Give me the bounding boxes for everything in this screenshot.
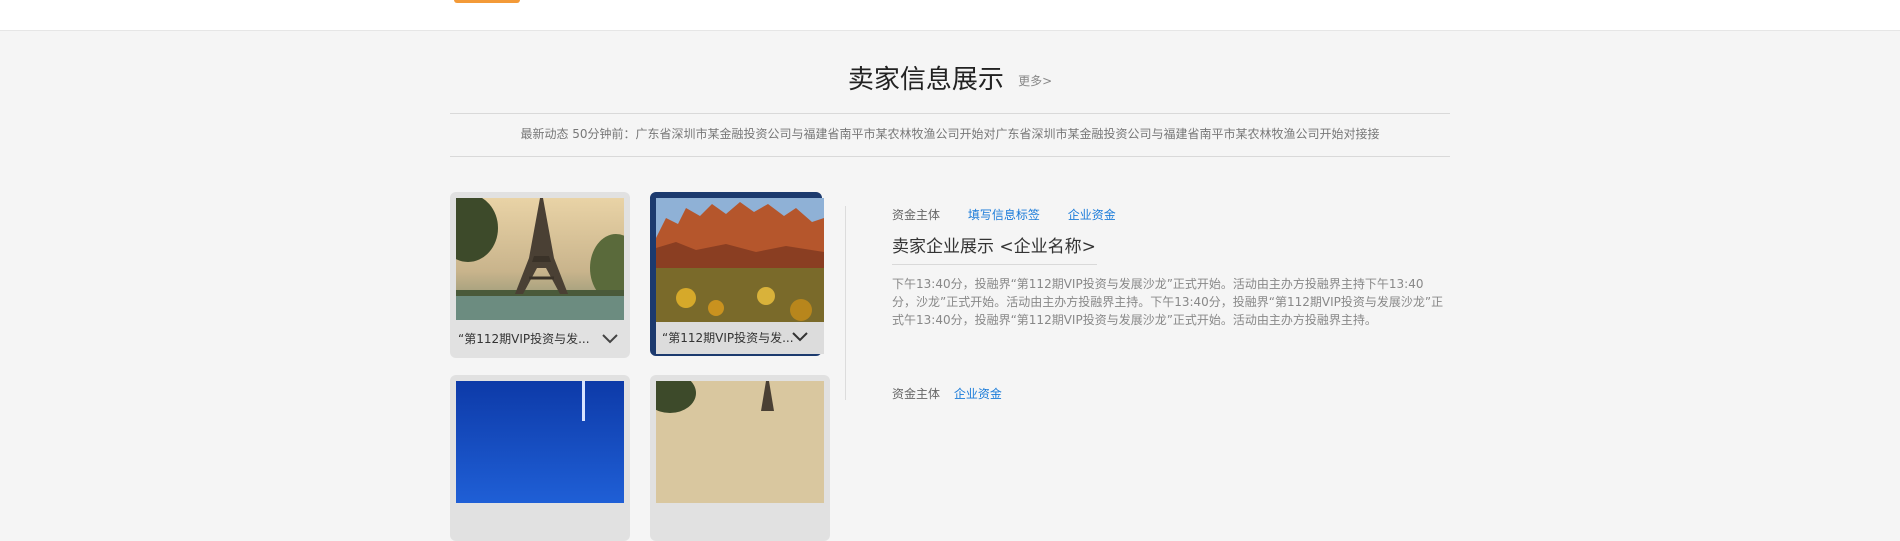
- chevron-down-icon[interactable]: [600, 328, 620, 350]
- tag-enterprise-funds[interactable]: 企业资金: [954, 384, 1002, 404]
- red-rock-mountain-photo: [656, 198, 824, 322]
- divider-top: [450, 113, 1450, 114]
- tag-funding-subject: 资金主体: [892, 208, 941, 222]
- photo-card-active[interactable]: “第112期VIP投资与发...: [650, 192, 824, 356]
- eiffel-tower-photo: [656, 381, 824, 503]
- tag-fill-info-label[interactable]: 填写信息标签: [968, 205, 1040, 225]
- blue-city-photo: [456, 381, 624, 503]
- company-description: 下午13:40分，投融界“第112期VIP投资与发展沙龙”正式开始。活动由主办方…: [892, 277, 1444, 327]
- section-heading: 卖家信息展示 更多>: [0, 63, 1900, 98]
- tag-funding-subject: 资金主体: [892, 387, 941, 401]
- latest-news-ticker: 最新动态 50分钟前：广东省深圳市某金融投资公司与福建省南平市某农林牧渔公司开始…: [520, 127, 1380, 141]
- active-nav-indicator: [454, 0, 520, 3]
- card-caption: “第112期VIP投资与发...: [458, 332, 590, 346]
- info-tag-row-2: 资金主体 企业资金: [892, 384, 1012, 404]
- vertical-divider: [845, 206, 846, 400]
- tag-enterprise-funds[interactable]: 企业资金: [1068, 205, 1116, 225]
- photo-card[interactable]: “第112期VIP投资与发...: [450, 192, 630, 358]
- eiffel-tower-photo: [456, 198, 624, 320]
- title-underline: [892, 264, 1097, 265]
- chevron-down-icon[interactable]: [790, 326, 810, 348]
- info-tag-row: 资金主体 填写信息标签 企业资金: [892, 205, 1140, 225]
- company-title: 卖家企业展示 <企业名称>: [892, 237, 1096, 257]
- top-header-strip: [0, 0, 1900, 31]
- section-title: 卖家信息展示: [847, 65, 1004, 95]
- more-link[interactable]: 更多>: [1018, 74, 1052, 88]
- divider-bottom: [450, 156, 1450, 157]
